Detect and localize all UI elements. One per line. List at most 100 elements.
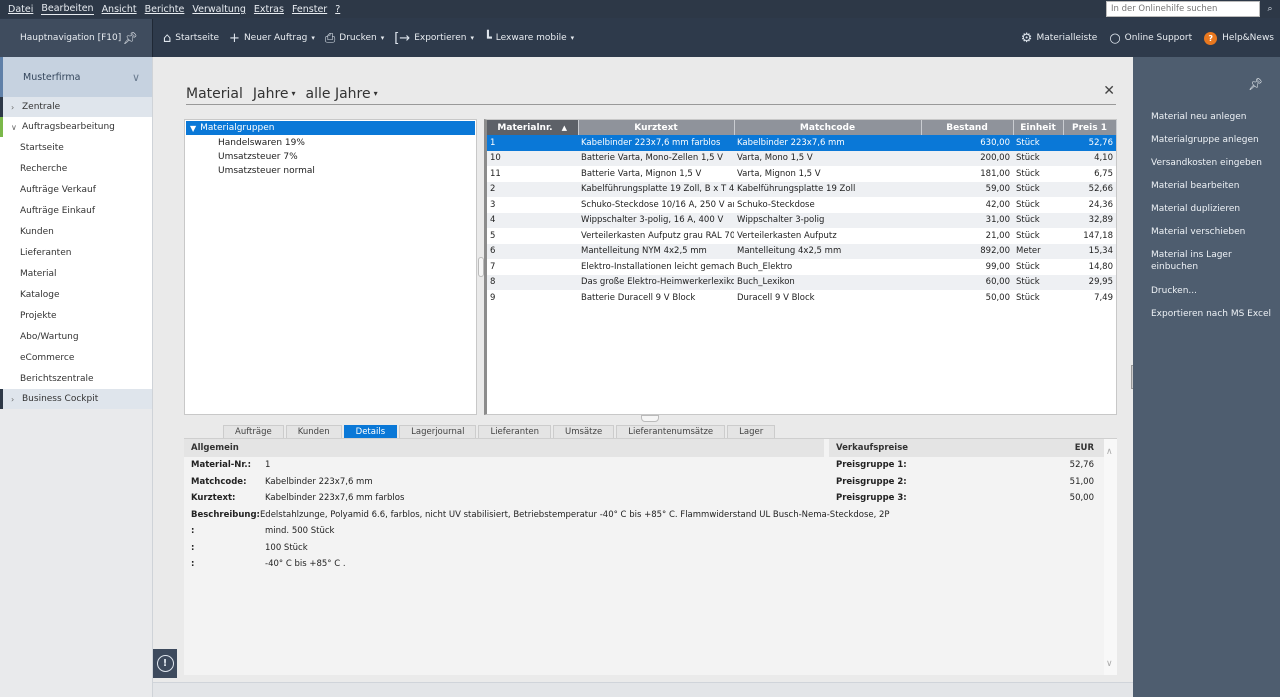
details-panel: Allgemein Material-Nr.: 1 Matchcode: Kabelb… bbox=[184, 439, 1117, 675]
menu-verwaltung[interactable]: Verwaltung bbox=[192, 4, 246, 15]
help-news-button[interactable]: ? Help&News bbox=[1204, 31, 1274, 45]
menu-berichte[interactable]: Berichte bbox=[145, 4, 185, 15]
detail-value: 100 Stück bbox=[265, 542, 308, 553]
menu-bearbeiten[interactable]: Bearbeiten bbox=[41, 3, 94, 15]
chevron-up-icon[interactable]: ∧ bbox=[1106, 447, 1113, 457]
column-header-einheit[interactable]: Einheit bbox=[1013, 120, 1064, 135]
materialleiste-button[interactable]: ⚙ Materialleiste bbox=[1021, 31, 1098, 46]
table-row[interactable]: 6 Mantelleitung NYM 4x2,5 mm Mantelleitung… bbox=[487, 243, 1116, 259]
drucken-button[interactable]: ⎙ Drucken ▾ bbox=[325, 31, 384, 46]
table-row[interactable]: 5 Verteilerkasten Aufputz grau RAL 7035 Ve… bbox=[487, 228, 1116, 244]
details-scrollbar[interactable]: ∧ ∨ bbox=[1104, 439, 1117, 675]
sidebar-item-abo-wartung[interactable]: Abo/Wartung bbox=[0, 326, 152, 347]
sidebar-section-business-cockpit[interactable]: › Business Cockpit bbox=[0, 389, 152, 409]
triangle-down-icon[interactable]: ▼ bbox=[190, 124, 196, 133]
tree-item[interactable]: Handelswaren 19% bbox=[185, 136, 476, 150]
table-row[interactable]: 1 Kabelbinder 223x7,6 mm farblos Kabelbind… bbox=[487, 135, 1116, 151]
neuer-auftrag-button[interactable]: + Neuer Auftrag ▾ bbox=[229, 31, 315, 46]
pin-icon[interactable]: 📌︎ bbox=[1248, 77, 1263, 91]
table-row[interactable]: 11 Batterie Varta, Mignon 1,5 V Varta, Mig… bbox=[487, 166, 1116, 182]
status-strip bbox=[153, 682, 1133, 697]
price-label: Preisgruppe 2: bbox=[836, 476, 907, 487]
tab-lieferantenumsaetze[interactable]: Lieferantenumsätze bbox=[616, 425, 726, 438]
sidebar-item-auftraege-verkauf[interactable]: Aufträge Verkauf bbox=[0, 179, 152, 200]
sidebar-item-projekte[interactable]: Projekte bbox=[0, 305, 152, 326]
sidebar-item-kataloge[interactable]: Kataloge bbox=[0, 284, 152, 305]
cell-preis1: 29,95 bbox=[1063, 274, 1116, 290]
table-row[interactable]: 4 Wippschalter 3-polig, 16 A, 400 V Wippsc… bbox=[487, 212, 1116, 228]
column-header-matchcode[interactable]: Matchcode bbox=[734, 120, 922, 135]
sidebar-item-lieferanten[interactable]: Lieferanten bbox=[0, 242, 152, 263]
online-support-button[interactable]: ○ Online Support bbox=[1109, 31, 1192, 46]
cell-materialnr: 11 bbox=[490, 168, 501, 179]
tab-lager[interactable]: Lager bbox=[727, 425, 776, 438]
sidebar-item-recherche[interactable]: Recherche bbox=[0, 158, 152, 179]
horizontal-splitter-handle[interactable] bbox=[641, 415, 659, 422]
firm-selector[interactable]: Musterfirma ∨ bbox=[0, 57, 152, 97]
chevron-down-icon[interactable]: ∨ bbox=[1106, 659, 1113, 669]
tree-item[interactable]: Umsatzsteuer normal bbox=[185, 164, 476, 178]
menu-extras[interactable]: Extras bbox=[254, 4, 284, 15]
cell-preis1: 14,80 bbox=[1088, 261, 1113, 272]
column-header-preis1[interactable]: Preis 1 bbox=[1063, 120, 1117, 135]
action-link[interactable]: Drucken... bbox=[1151, 285, 1271, 297]
tab-umsaetze[interactable]: Umsätze bbox=[553, 425, 615, 438]
detail-label: Matchcode: bbox=[191, 476, 247, 487]
table-row[interactable]: 8 Das große Elektro-Heimwerkerlexikon Buch… bbox=[487, 274, 1116, 290]
sidebar-section-zentrale[interactable]: › Zentrale bbox=[0, 97, 152, 117]
tab-lieferanten[interactable]: Lieferanten bbox=[478, 425, 552, 438]
sidebar-item-ecommerce[interactable]: eCommerce bbox=[0, 347, 152, 368]
close-icon[interactable]: ✕ bbox=[1103, 83, 1115, 99]
menu-datei[interactable]: Datei bbox=[8, 4, 33, 15]
tab-details[interactable]: Details bbox=[343, 425, 398, 438]
search-icon[interactable]: ⌕ bbox=[1262, 1, 1278, 17]
action-link[interactable]: Versandkosten eingeben bbox=[1151, 157, 1271, 169]
sidebar-section-auftragsbearbeitung[interactable]: ∨ Auftragsbearbeitung bbox=[0, 117, 152, 137]
help-search-input[interactable] bbox=[1106, 1, 1260, 17]
pin-icon[interactable]: 📌︎ bbox=[123, 31, 138, 45]
tab-lagerjournal[interactable]: Lagerjournal bbox=[399, 425, 477, 438]
tree-root-materialgruppen[interactable]: ▼ Materialgruppen bbox=[186, 121, 475, 135]
tab-kunden[interactable]: Kunden bbox=[285, 425, 342, 438]
sidebar-item-startseite[interactable]: Startseite bbox=[0, 137, 152, 158]
detail-row: Kurztext: Kabelbinder 223x7,6 mm farblos bbox=[184, 490, 824, 507]
table-row[interactable]: 10 Batterie Varta, Mono-Zellen 1,5 V Varta… bbox=[487, 150, 1116, 166]
chevron-right-icon: › bbox=[11, 102, 15, 112]
action-link[interactable]: Material verschieben bbox=[1151, 226, 1271, 238]
column-header-materialnr[interactable]: Materialnr. ▲ bbox=[487, 120, 579, 135]
action-link[interactable]: Material ins Lager einbuchen bbox=[1151, 249, 1271, 273]
section-label: Auftragsbearbeitung bbox=[22, 122, 115, 132]
cell-preis1: 52,76 bbox=[1063, 135, 1116, 151]
startseite-button[interactable]: ⌂ Startseite bbox=[163, 31, 219, 46]
action-link[interactable]: Materialgruppe anlegen bbox=[1151, 134, 1271, 146]
notifications-button[interactable]: ! bbox=[153, 649, 177, 678]
sidebar-item-auftraege-einkauf[interactable]: Aufträge Einkauf bbox=[0, 200, 152, 221]
table-row[interactable]: 2Kabelführungsplatte 19 Zoll, B x T 483 … bbox=[487, 181, 1116, 197]
action-link[interactable]: Material duplizieren bbox=[1151, 203, 1271, 215]
tab-auftraege[interactable]: Aufträge bbox=[223, 425, 284, 438]
menu-help[interactable]: ? bbox=[335, 4, 340, 15]
table-row[interactable]: 9 Batterie Duracell 9 V Block Duracell 9 V… bbox=[487, 290, 1116, 306]
detail-row: : 100 Stück bbox=[184, 540, 824, 557]
table-row[interactable]: 7 Elektro-Installationen leicht gemacht Bu… bbox=[487, 259, 1116, 275]
sidebar-item-material[interactable]: Material bbox=[0, 263, 152, 284]
lexware-mobile-button[interactable]: ┗ Lexware mobile ▾ bbox=[484, 31, 574, 46]
action-link[interactable]: Exportieren nach MS Excel bbox=[1151, 308, 1271, 320]
exportieren-button[interactable]: [→ Exportieren ▾ bbox=[394, 31, 474, 46]
menu-fenster[interactable]: Fenster bbox=[292, 4, 327, 15]
cell-einheit: Stück bbox=[1013, 212, 1063, 228]
years-dropdown[interactable]: Jahre ▾ bbox=[253, 86, 296, 102]
column-header-kurztext[interactable]: Kurztext bbox=[578, 120, 735, 135]
action-link[interactable]: Material neu anlegen bbox=[1151, 111, 1271, 123]
cell-bestand: 99,00 bbox=[985, 261, 1010, 272]
table-row[interactable]: 3Schuko-Steckdose 10/16 A, 250 V anthraS… bbox=[487, 197, 1116, 213]
action-link[interactable]: Material bearbeiten bbox=[1151, 180, 1271, 192]
menu-ansicht[interactable]: Ansicht bbox=[102, 4, 137, 15]
sidebar-item-kunden[interactable]: Kunden bbox=[0, 221, 152, 242]
sidebar-item-berichtszentrale[interactable]: Berichtszentrale bbox=[0, 368, 152, 389]
column-header-bestand[interactable]: Bestand bbox=[921, 120, 1014, 135]
page-header: Material Jahre ▾ alle Jahre ▾ bbox=[186, 83, 1116, 105]
sidebar-sub-list: Startseite Recherche Aufträge Verkauf Au… bbox=[0, 137, 152, 389]
year-filter-dropdown[interactable]: alle Jahre ▾ bbox=[306, 86, 378, 102]
tree-item[interactable]: Umsatzsteuer 7% bbox=[185, 150, 476, 164]
